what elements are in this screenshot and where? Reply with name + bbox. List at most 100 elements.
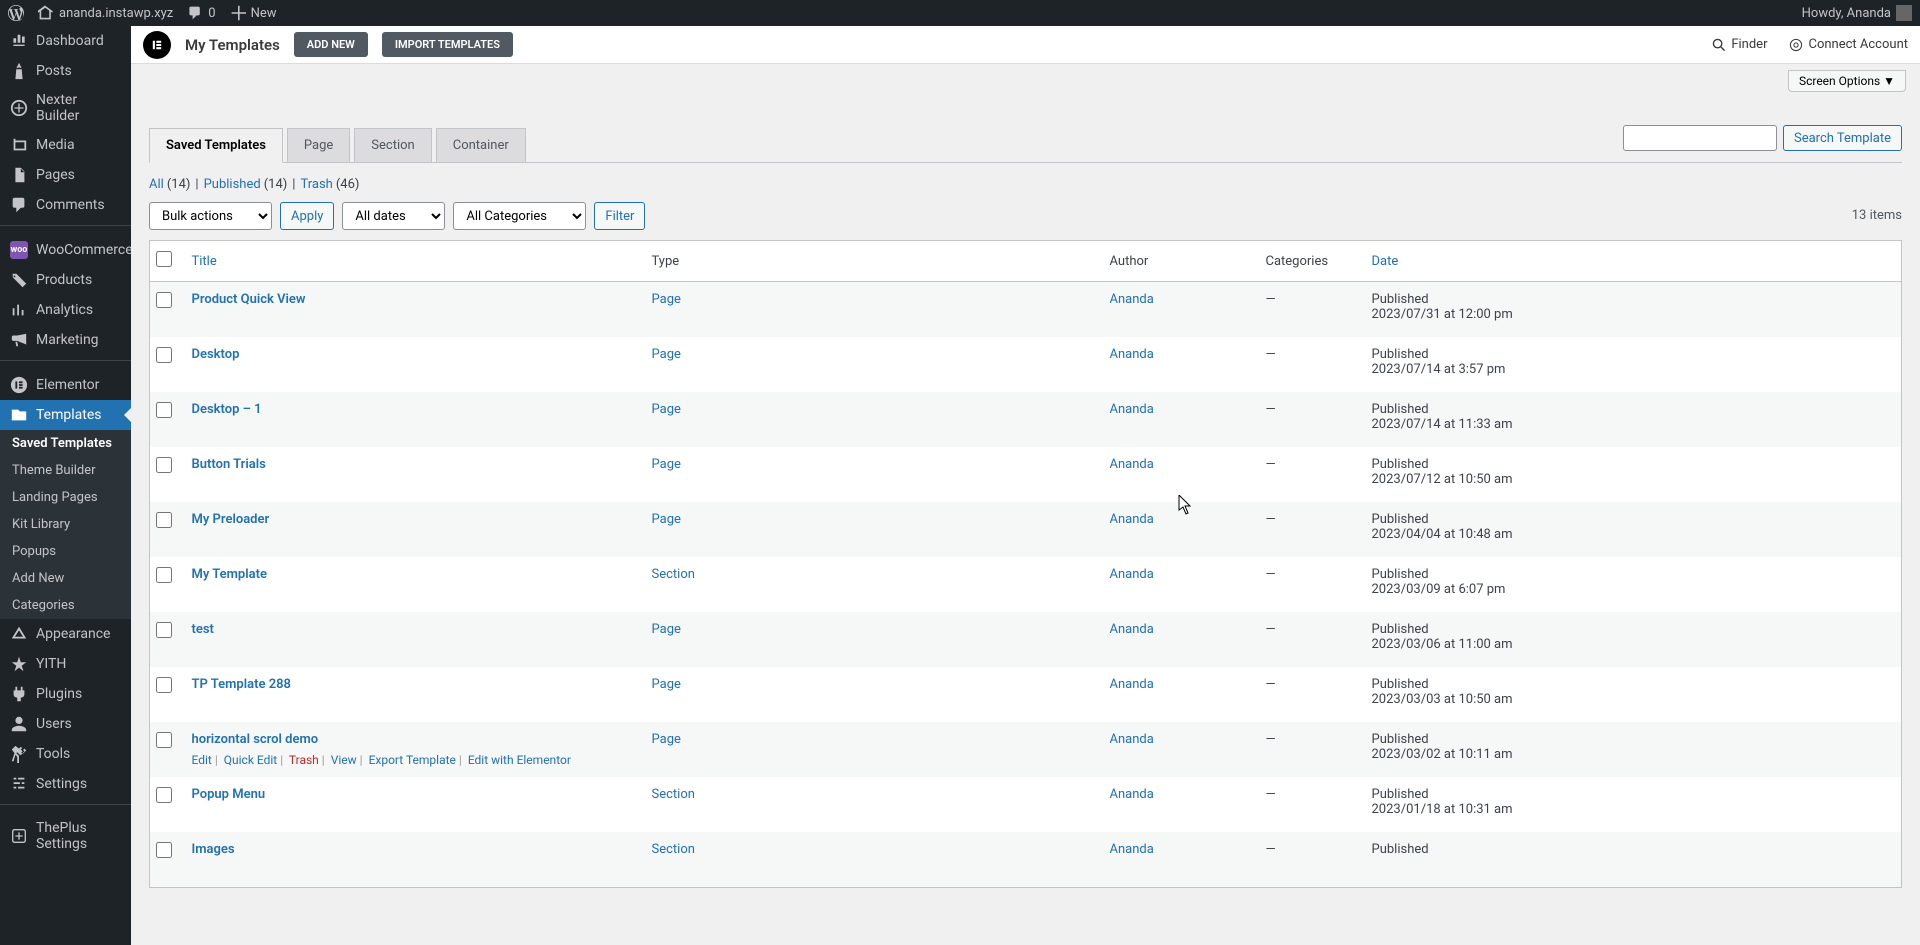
row-checkbox[interactable] [156, 512, 172, 528]
row-title-link[interactable]: My Template [192, 567, 267, 582]
col-title[interactable]: Title [192, 254, 217, 269]
submenu-popups[interactable]: Popups [0, 538, 131, 565]
wp-logo[interactable] [8, 5, 24, 21]
sidebar-item-yith[interactable]: YITH [0, 649, 131, 679]
row-checkbox[interactable] [156, 402, 172, 418]
sidebar-item-media[interactable]: Media [0, 130, 131, 160]
row-author-link[interactable]: Ananda [1110, 402, 1154, 417]
sidebar-item-templates[interactable]: Templates [0, 400, 131, 430]
submenu-add-new[interactable]: Add New [0, 565, 131, 592]
finder-link[interactable]: Finder [1712, 37, 1767, 52]
connect-account-link[interactable]: Connect Account [1789, 37, 1908, 52]
row-title-link[interactable]: test [192, 622, 214, 637]
row-type-link[interactable]: Page [652, 402, 681, 417]
row-author-link[interactable]: Ananda [1110, 622, 1154, 637]
row-title-link[interactable]: Images [192, 842, 235, 857]
site-link[interactable]: ananda.instawp.xyz [38, 5, 173, 21]
row-edit[interactable]: Edit [192, 753, 212, 767]
sidebar-item-tools[interactable]: Tools [0, 739, 131, 769]
submenu-kit-library[interactable]: Kit Library [0, 511, 131, 538]
tab-section[interactable]: Section [354, 128, 431, 162]
apply-button[interactable]: Apply [280, 202, 334, 230]
sidebar-item-users[interactable]: Users [0, 709, 131, 739]
row-author-link[interactable]: Ananda [1110, 677, 1154, 692]
row-title-link[interactable]: Desktop [192, 347, 240, 362]
sidebar-item-nexter[interactable]: Nexter Builder [0, 86, 131, 130]
sidebar-item-pages[interactable]: Pages [0, 160, 131, 190]
howdy-link[interactable]: Howdy, Ananda [1802, 5, 1912, 21]
row-title-link[interactable]: My Preloader [192, 512, 270, 527]
sidebar-item-theplus[interactable]: ThePlus Settings [0, 814, 131, 858]
row-export[interactable]: Export Template [369, 753, 456, 767]
submenu-landing-pages[interactable]: Landing Pages [0, 484, 131, 511]
submenu-saved-templates[interactable]: Saved Templates [0, 430, 131, 457]
tab-container[interactable]: Container [436, 128, 526, 162]
screen-options-button[interactable]: Screen Options ▼ [1788, 70, 1906, 92]
sidebar-item-analytics[interactable]: Analytics [0, 295, 131, 325]
row-type-link[interactable]: Section [652, 567, 695, 582]
row-edit-elementor[interactable]: Edit with Elementor [468, 753, 571, 767]
row-author-link[interactable]: Ananda [1110, 292, 1154, 307]
filter-button[interactable]: Filter [594, 202, 645, 230]
sidebar-item-elementor[interactable]: Elementor [0, 370, 131, 400]
row-type-link[interactable]: Page [652, 512, 681, 527]
dates-select[interactable]: All dates [342, 202, 445, 230]
row-type-link[interactable]: Section [652, 787, 695, 802]
row-type-link[interactable]: Page [652, 732, 681, 747]
row-title-link[interactable]: TP Template 288 [192, 677, 291, 692]
row-title-link[interactable]: Button Trials [192, 457, 266, 472]
row-checkbox[interactable] [156, 347, 172, 363]
sidebar-item-woocommerce[interactable]: wooWooCommerce [0, 235, 131, 265]
filter-all-link[interactable]: All [149, 177, 164, 192]
row-title-link[interactable]: Popup Menu [192, 787, 266, 802]
col-date[interactable]: Date [1372, 254, 1399, 269]
row-author-link[interactable]: Ananda [1110, 787, 1154, 802]
row-type-link[interactable]: Page [652, 457, 681, 472]
row-author-link[interactable]: Ananda [1110, 732, 1154, 747]
row-author-link[interactable]: Ananda [1110, 567, 1154, 582]
submenu-categories[interactable]: Categories [0, 592, 131, 619]
row-view[interactable]: View [331, 753, 357, 767]
add-new-button[interactable]: ADD NEW [294, 32, 368, 57]
row-checkbox[interactable] [156, 457, 172, 473]
bulk-actions-select[interactable]: Bulk actions [149, 202, 272, 230]
search-input[interactable] [1623, 125, 1777, 151]
row-checkbox[interactable] [156, 622, 172, 638]
sidebar-item-products[interactable]: Products [0, 265, 131, 295]
filter-trash-link[interactable]: Trash [300, 177, 332, 192]
sidebar-item-posts[interactable]: Posts [0, 56, 131, 86]
import-templates-button[interactable]: IMPORT TEMPLATES [382, 32, 513, 57]
select-all-checkbox[interactable] [156, 251, 172, 267]
sidebar-item-plugins[interactable]: Plugins [0, 679, 131, 709]
row-checkbox[interactable] [156, 842, 172, 858]
sidebar-item-dashboard[interactable]: Dashboard [0, 26, 131, 56]
row-quick-edit[interactable]: Quick Edit [224, 753, 277, 767]
row-title-link[interactable]: Desktop – 1 [192, 402, 262, 417]
sidebar-item-appearance[interactable]: Appearance [0, 619, 131, 649]
sidebar-item-comments[interactable]: Comments [0, 190, 131, 220]
row-type-link[interactable]: Page [652, 347, 681, 362]
row-trash[interactable]: Trash [289, 753, 319, 767]
sidebar-item-marketing[interactable]: Marketing [0, 325, 131, 355]
tab-saved-templates[interactable]: Saved Templates [149, 128, 283, 163]
row-title-link[interactable]: horizontal scrol demo [192, 732, 319, 747]
row-author-link[interactable]: Ananda [1110, 457, 1154, 472]
search-button[interactable]: Search Template [1783, 125, 1902, 151]
row-checkbox[interactable] [156, 567, 172, 583]
row-type-link[interactable]: Page [652, 677, 681, 692]
tab-page[interactable]: Page [287, 128, 350, 162]
row-author-link[interactable]: Ananda [1110, 842, 1154, 857]
new-link[interactable]: New [230, 5, 277, 21]
comments-link[interactable]: 0 [187, 5, 215, 21]
row-author-link[interactable]: Ananda [1110, 512, 1154, 527]
submenu-theme-builder[interactable]: Theme Builder [0, 457, 131, 484]
row-type-link[interactable]: Page [652, 292, 681, 307]
row-type-link[interactable]: Section [652, 842, 695, 857]
row-checkbox[interactable] [156, 292, 172, 308]
categories-select[interactable]: All Categories [453, 202, 586, 230]
row-author-link[interactable]: Ananda [1110, 347, 1154, 362]
row-checkbox[interactable] [156, 732, 172, 748]
row-type-link[interactable]: Page [652, 622, 681, 637]
row-title-link[interactable]: Product Quick View [192, 292, 306, 307]
filter-published-link[interactable]: Published [204, 177, 261, 192]
